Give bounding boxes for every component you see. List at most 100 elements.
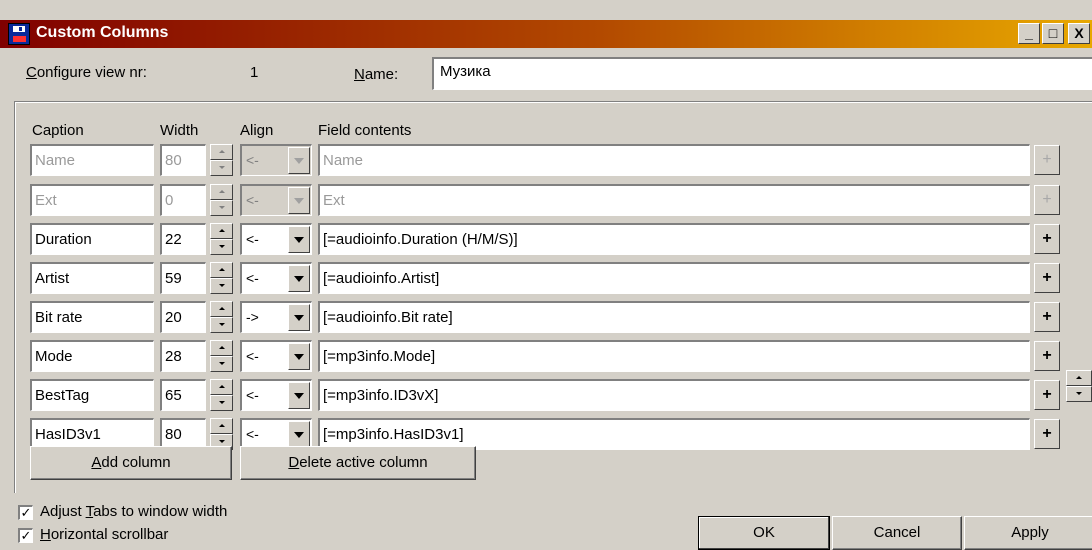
horizontal-scrollbar-label: Horizontal scrollbar [40, 526, 169, 543]
width-spinner[interactable] [210, 301, 233, 333]
align-select[interactable]: -> [240, 301, 312, 333]
configure-view-label-rest: onfigure view nr: [36, 64, 147, 81]
caption-input[interactable]: Ext [30, 184, 154, 216]
name-input[interactable]: Музика [432, 57, 1092, 90]
header-caption: Caption [32, 122, 84, 139]
dropdown-arrow-icon[interactable] [288, 421, 310, 448]
spin-down-arrow-icon[interactable] [210, 160, 233, 176]
dropdown-arrow-icon[interactable] [288, 226, 310, 253]
width-spinner[interactable] [210, 340, 233, 372]
cancel-button[interactable]: Cancel [832, 516, 962, 550]
spin-down-arrow-icon[interactable] [210, 395, 233, 411]
insert-field-button[interactable]: + [1034, 145, 1060, 175]
align-select[interactable]: <- [240, 262, 312, 294]
adjust-tabs-checkbox[interactable]: ✓ [18, 505, 33, 520]
field-contents-input[interactable]: Name [318, 144, 1030, 176]
title-bar: Custom Columns _ □ X [0, 20, 1092, 48]
align-select[interactable]: <- [240, 184, 312, 216]
field-contents-input[interactable]: Ext [318, 184, 1030, 216]
spin-up-arrow-icon[interactable] [210, 184, 233, 200]
insert-field-button[interactable]: + [1034, 419, 1060, 449]
spin-up-arrow-icon[interactable] [210, 301, 233, 317]
close-button[interactable]: X [1068, 23, 1090, 44]
spin-down-arrow-icon[interactable] [210, 200, 233, 216]
ok-button[interactable]: OK [698, 516, 830, 550]
configure-view-label: Configure view nr: [26, 64, 147, 81]
align-value: -> [246, 309, 259, 325]
align-select[interactable]: <- [240, 223, 312, 255]
width-spinner[interactable] [210, 144, 233, 176]
spin-up-arrow-icon[interactable] [210, 223, 233, 239]
align-value: <- [246, 152, 259, 168]
name-label: Name: [354, 66, 399, 83]
width-input[interactable]: 20 [160, 301, 206, 333]
spin-up-arrow-icon[interactable] [210, 262, 233, 278]
align-value: <- [246, 426, 259, 442]
dropdown-arrow-icon[interactable] [288, 147, 310, 174]
spin-down-arrow-icon[interactable] [210, 278, 233, 294]
width-spinner[interactable] [210, 184, 233, 216]
view-number: 1 [250, 64, 259, 81]
checkmark-icon: ✓ [20, 528, 32, 543]
width-input[interactable]: 59 [160, 262, 206, 294]
spin-up-arrow-icon[interactable] [210, 418, 233, 434]
dropdown-arrow-icon[interactable] [288, 382, 310, 409]
scroll-up-arrow-icon[interactable] [1066, 370, 1092, 386]
align-select[interactable]: <- [240, 144, 312, 176]
spin-down-arrow-icon[interactable] [210, 239, 233, 255]
field-contents-input[interactable]: [=mp3info.Mode] [318, 340, 1030, 372]
checkmark-icon: ✓ [20, 505, 32, 520]
width-spinner[interactable] [210, 262, 233, 294]
maximize-button[interactable]: □ [1042, 23, 1064, 44]
apply-button[interactable]: Apply [964, 516, 1092, 550]
insert-field-button[interactable]: + [1034, 380, 1060, 410]
insert-field-button[interactable]: + [1034, 341, 1060, 371]
field-contents-input[interactable]: [=audioinfo.Duration (H/M/S)] [318, 223, 1030, 255]
dropdown-arrow-icon[interactable] [288, 187, 310, 214]
insert-field-button[interactable]: + [1034, 185, 1060, 215]
align-value: <- [246, 192, 259, 208]
spin-down-arrow-icon[interactable] [210, 356, 233, 372]
dropdown-arrow-icon[interactable] [288, 304, 310, 331]
insert-field-button[interactable]: + [1034, 224, 1060, 254]
caption-input[interactable]: Bit rate [30, 301, 154, 333]
width-input[interactable]: 65 [160, 379, 206, 411]
adjust-tabs-label: Adjust Tabs to window width [40, 503, 228, 520]
spin-down-arrow-icon[interactable] [210, 317, 233, 333]
align-value: <- [246, 231, 259, 247]
scroll-down-arrow-icon[interactable] [1066, 386, 1092, 402]
rows-scroll-spinner[interactable] [1066, 370, 1092, 402]
floppy-disk-icon [8, 23, 30, 45]
horizontal-scrollbar-checkbox[interactable]: ✓ [18, 528, 33, 543]
caption-input[interactable]: Artist [30, 262, 154, 294]
width-input[interactable]: 80 [160, 144, 206, 176]
field-contents-input[interactable]: [=audioinfo.Bit rate] [318, 301, 1030, 333]
header-align: Align [240, 122, 274, 139]
field-contents-input[interactable]: [=mp3info.ID3vX] [318, 379, 1030, 411]
align-value: <- [246, 348, 259, 364]
caption-input[interactable]: BestTag [30, 379, 154, 411]
width-input[interactable]: 28 [160, 340, 206, 372]
width-spinner[interactable] [210, 379, 233, 411]
minimize-button[interactable]: _ [1018, 23, 1040, 44]
spin-up-arrow-icon[interactable] [210, 144, 233, 160]
spin-up-arrow-icon[interactable] [210, 379, 233, 395]
header-width: Width [160, 122, 199, 139]
width-input[interactable]: 0 [160, 184, 206, 216]
caption-input[interactable]: Name [30, 144, 154, 176]
caption-input[interactable]: Mode [30, 340, 154, 372]
spin-up-arrow-icon[interactable] [210, 340, 233, 356]
align-select[interactable]: <- [240, 379, 312, 411]
dropdown-arrow-icon[interactable] [288, 265, 310, 292]
dropdown-arrow-icon[interactable] [288, 343, 310, 370]
delete-active-column-button[interactable]: Delete active column [240, 446, 476, 480]
width-input[interactable]: 22 [160, 223, 206, 255]
width-spinner[interactable] [210, 223, 233, 255]
field-contents-input[interactable]: [=audioinfo.Artist] [318, 262, 1030, 294]
insert-field-button[interactable]: + [1034, 263, 1060, 293]
align-select[interactable]: <- [240, 340, 312, 372]
add-column-button[interactable]: Add column [30, 446, 232, 480]
insert-field-button[interactable]: + [1034, 302, 1060, 332]
caption-input[interactable]: Duration [30, 223, 154, 255]
header-field-contents: Field contents [318, 122, 412, 139]
